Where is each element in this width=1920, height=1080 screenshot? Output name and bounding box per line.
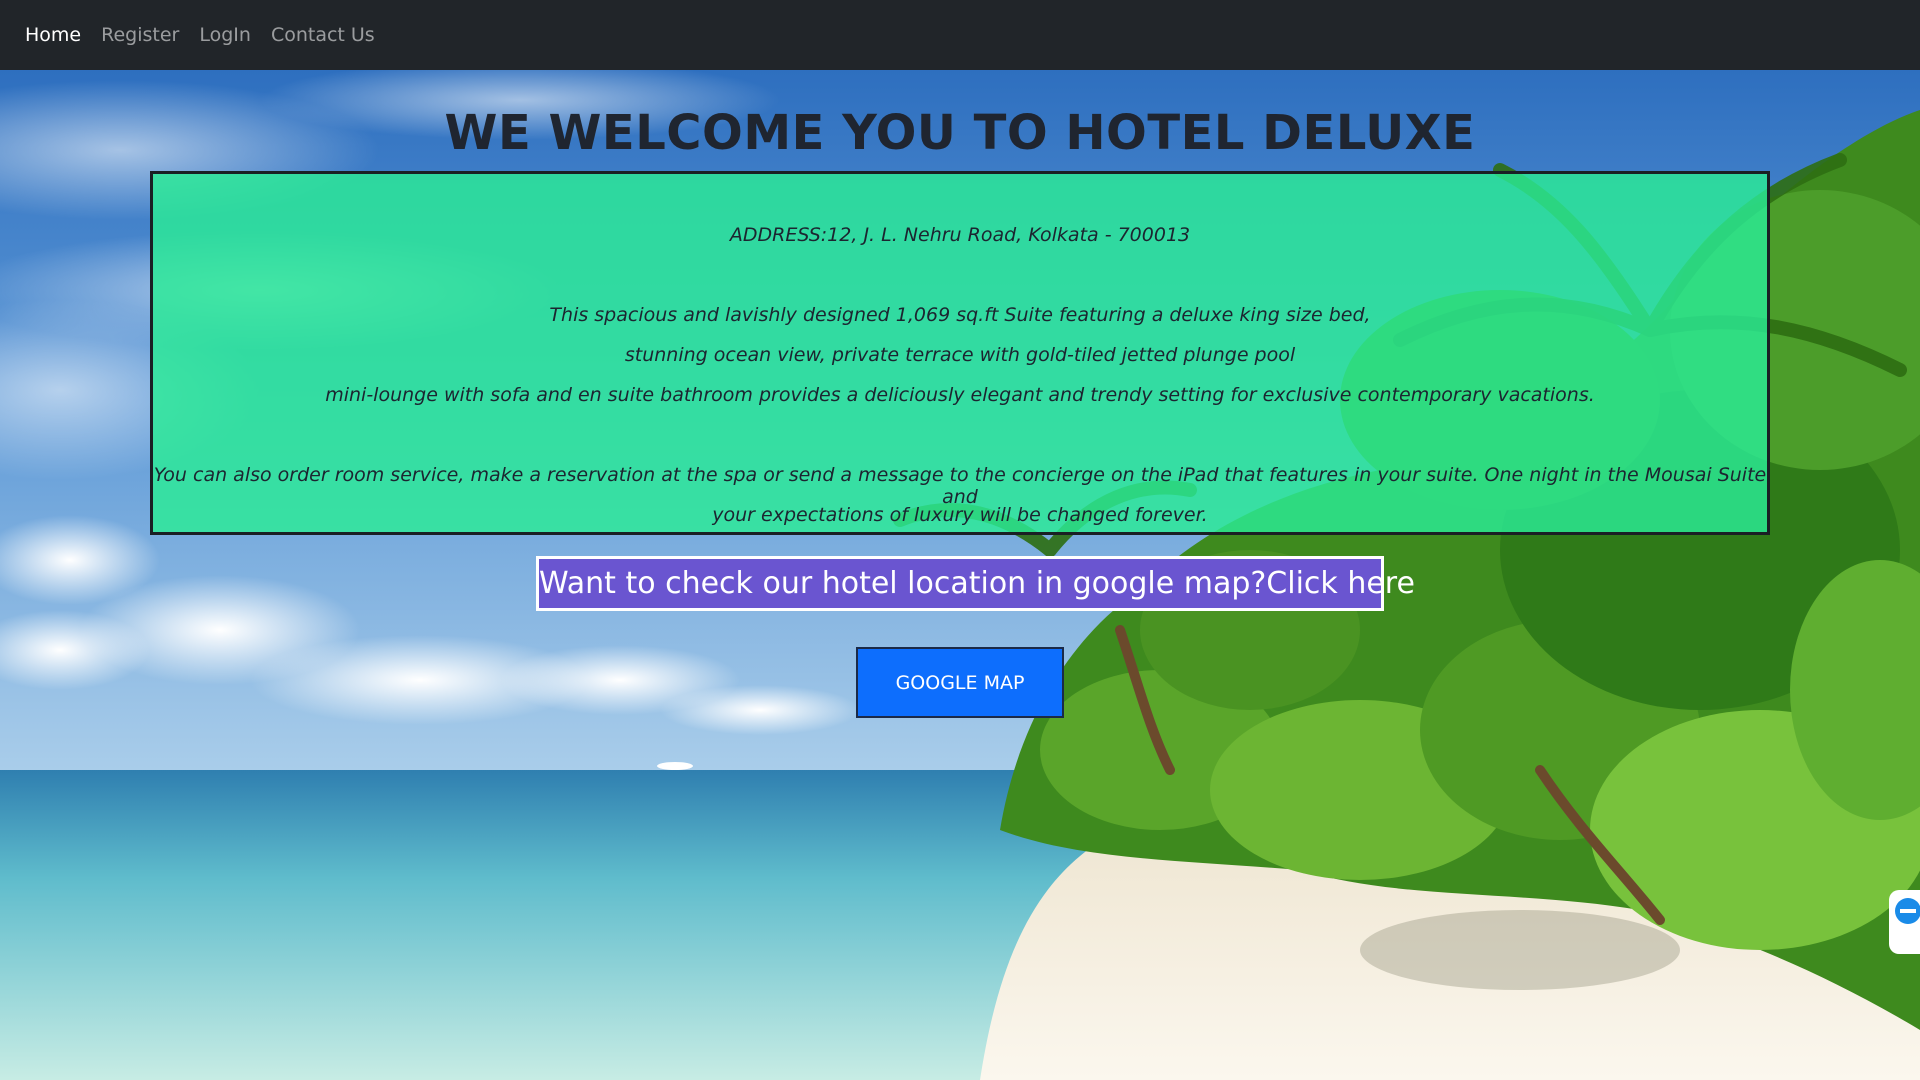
suite-description-line: This spacious and lavishly designed 1,06… [549,304,1371,326]
room-service-line: You can also order room service, make a … [153,464,1767,508]
hotel-address: ADDRESS:12, J. L. Nehru Road, Kolkata - … [729,224,1191,246]
hotel-info-box: ADDRESS:12, J. L. Nehru Road, Kolkata - … [150,171,1770,535]
room-service-line: your expectations of luxury will be chan… [712,504,1208,526]
nav-login-link[interactable]: LogIn [199,24,251,46]
suite-description-line: stunning ocean view, private terrace wit… [624,344,1296,366]
nav-home-link[interactable]: Home [25,24,81,46]
top-navbar: Home Register LogIn Contact Us [0,0,1920,70]
suite-description-line: mini-lounge with sofa and en suite bathr… [325,384,1595,406]
google-map-button[interactable]: GOOGLE MAP [856,647,1064,718]
map-prompt-banner: Want to check our hotel location in goog… [536,556,1415,611]
double-arrow-icon [1900,909,1916,913]
nav-contact-link[interactable]: Contact Us [271,24,375,46]
page-title: WE WELCOME YOU TO HOTEL DELUXE [444,105,1476,161]
remote-support-tab[interactable] [1889,890,1920,954]
nav-register-link[interactable]: Register [101,24,179,46]
